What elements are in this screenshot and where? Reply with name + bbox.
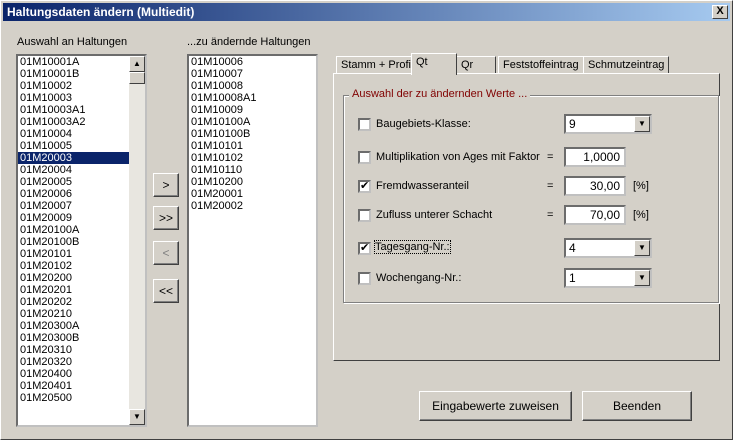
left-list-label: Auswahl an Haltungen bbox=[17, 36, 128, 48]
list-item[interactable]: 01M20202 bbox=[18, 296, 145, 308]
zufluss-field[interactable]: 70,00 bbox=[564, 205, 626, 225]
fremdwasser-equals: = bbox=[547, 180, 554, 192]
list-item[interactable]: 01M20100A bbox=[18, 224, 145, 236]
list-item[interactable]: 01M20003 bbox=[18, 152, 145, 164]
multiplikation-checkbox[interactable] bbox=[358, 151, 371, 164]
list-item[interactable]: 01M20102 bbox=[18, 260, 145, 272]
list-item[interactable]: 01M10008A1 bbox=[189, 92, 316, 104]
list-item[interactable]: 01M20400 bbox=[18, 368, 145, 380]
group-title: Auswahl der zu ändernden Werte ... bbox=[349, 88, 531, 100]
fremdwasser-checkbox[interactable]: ✔ bbox=[358, 180, 371, 193]
chevron-down-icon[interactable]: ▼ bbox=[634, 240, 650, 256]
baugebiet-value: 9 bbox=[569, 117, 576, 131]
list-item[interactable]: 01M20101 bbox=[18, 248, 145, 260]
tagesgang-select[interactable]: 4 ▼ bbox=[564, 238, 652, 258]
list-item[interactable]: 01M10006 bbox=[189, 56, 316, 68]
list-item[interactable]: 01M10003A2 bbox=[18, 116, 145, 128]
tab-feststoffeintrag[interactable]: Feststoffeintrag bbox=[498, 56, 584, 74]
selected-sewers-listbox[interactable]: 01M10006 01M10007 01M10008 01M10008A1 01M100… bbox=[187, 54, 318, 427]
baugebiet-checkbox[interactable] bbox=[358, 118, 371, 131]
list-item[interactable]: 01M10009 bbox=[189, 104, 316, 116]
check-icon: ✔ bbox=[360, 180, 370, 192]
chevron-down-icon[interactable]: ▼ bbox=[634, 116, 650, 132]
zufluss-unit: [%] bbox=[633, 209, 649, 221]
assign-values-button[interactable]: Eingabewerte zuweisen bbox=[419, 391, 572, 421]
list-item[interactable]: 01M10003 bbox=[18, 92, 145, 104]
list-item[interactable]: 01M10101 bbox=[189, 140, 316, 152]
list-item[interactable]: 01M10110 bbox=[189, 164, 316, 176]
check-icon: ✔ bbox=[360, 242, 370, 254]
tab-stamm-profil[interactable]: Stamm + Profil bbox=[336, 56, 419, 74]
available-sewers-listbox[interactable]: 01M10001A 01M10001B 01M10002 01M10003 01M100… bbox=[16, 54, 147, 427]
right-list-label: ...zu ändernde Haltungen bbox=[187, 36, 311, 48]
available-sewers-items: 01M10001A 01M10001B 01M10002 01M10003 01M100… bbox=[18, 56, 145, 404]
zufluss-label: Zufluss unterer Schacht bbox=[376, 209, 493, 221]
list-item[interactable]: 01M10200 bbox=[189, 176, 316, 188]
list-item[interactable]: 01M20002 bbox=[189, 200, 316, 212]
list-item[interactable]: 01M10100B bbox=[189, 128, 316, 140]
tab-qt[interactable]: Qt bbox=[411, 53, 457, 75]
list-item[interactable]: 01M20100B bbox=[18, 236, 145, 248]
list-item[interactable]: 01M20401 bbox=[18, 380, 145, 392]
scroll-down-icon[interactable]: ▼ bbox=[129, 409, 145, 425]
list-item[interactable]: 01M10001A bbox=[18, 56, 145, 68]
fremdwasser-label: Fremdwasseranteil bbox=[376, 180, 469, 192]
close-button[interactable]: Beenden bbox=[582, 391, 692, 421]
list-item[interactable]: 01M20005 bbox=[18, 176, 145, 188]
add-button[interactable]: > bbox=[153, 173, 179, 197]
list-item[interactable]: 01M20300B bbox=[18, 332, 145, 344]
list-item[interactable]: 01M10007 bbox=[189, 68, 316, 80]
scroll-up-icon[interactable]: ▲ bbox=[129, 56, 145, 72]
list-item[interactable]: 01M10102 bbox=[189, 152, 316, 164]
wochengang-value: 1 bbox=[569, 271, 576, 285]
left-list-scrollbar[interactable]: ▲ ▼ bbox=[129, 56, 145, 425]
tagesgang-checkbox[interactable]: ✔ bbox=[358, 242, 371, 255]
list-item[interactable]: 01M10002 bbox=[18, 80, 145, 92]
close-window-button[interactable]: X bbox=[712, 5, 728, 19]
tab-qr[interactable]: Qr bbox=[456, 56, 496, 74]
multiedit-window: Haltungsdaten ändern (Multiedit) X Auswa… bbox=[0, 0, 733, 440]
list-item[interactable]: 01M20001 bbox=[189, 188, 316, 200]
list-item[interactable]: 01M20200 bbox=[18, 272, 145, 284]
wochengang-label: Wochengang-Nr.: bbox=[376, 272, 462, 284]
wochengang-select[interactable]: 1 ▼ bbox=[564, 268, 652, 288]
tagesgang-value: 4 bbox=[569, 241, 576, 255]
list-item[interactable]: 01M20009 bbox=[18, 212, 145, 224]
fremdwasser-unit: [%] bbox=[633, 180, 649, 192]
list-item[interactable]: 01M20201 bbox=[18, 284, 145, 296]
tab-schmutzeintrag[interactable]: Schmutzeintrag bbox=[583, 56, 670, 74]
list-item[interactable]: 01M10004 bbox=[18, 128, 145, 140]
list-item[interactable]: 01M10008 bbox=[189, 80, 316, 92]
list-item[interactable]: 01M20500 bbox=[18, 392, 145, 404]
list-item[interactable]: 01M10001B bbox=[18, 68, 145, 80]
scroll-thumb[interactable] bbox=[129, 72, 145, 84]
window-title: Haltungsdaten ändern (Multiedit) bbox=[7, 5, 195, 19]
multiplikation-equals: = bbox=[547, 151, 554, 163]
list-item[interactable]: 01M20007 bbox=[18, 200, 145, 212]
list-item[interactable]: 01M20310 bbox=[18, 344, 145, 356]
list-item[interactable]: 01M10100A bbox=[189, 116, 316, 128]
zufluss-checkbox[interactable] bbox=[358, 209, 371, 222]
add-all-button[interactable]: >> bbox=[153, 206, 179, 230]
remove-button[interactable]: < bbox=[153, 241, 179, 265]
multiplikation-field[interactable]: 1,0000 bbox=[564, 147, 626, 167]
list-item[interactable]: 01M20006 bbox=[18, 188, 145, 200]
chevron-down-icon[interactable]: ▼ bbox=[634, 270, 650, 286]
list-item[interactable]: 01M10005 bbox=[18, 140, 145, 152]
multiplikation-label: Multiplikation von Ages mit Faktor bbox=[376, 151, 540, 163]
fremdwasser-field[interactable]: 30,00 bbox=[564, 176, 626, 196]
list-item[interactable]: 01M20210 bbox=[18, 308, 145, 320]
list-item[interactable]: 01M20004 bbox=[18, 164, 145, 176]
tagesgang-label: Tagesgang-Nr.: bbox=[374, 240, 451, 254]
zufluss-equals: = bbox=[547, 209, 554, 221]
baugebiet-select[interactable]: 9 ▼ bbox=[564, 114, 652, 134]
baugebiet-label: Baugebiets-Klasse: bbox=[376, 118, 471, 130]
list-item[interactable]: 01M20300A bbox=[18, 320, 145, 332]
list-item[interactable]: 01M10003A1 bbox=[18, 104, 145, 116]
remove-all-button[interactable]: << bbox=[153, 279, 179, 303]
list-item[interactable]: 01M20320 bbox=[18, 356, 145, 368]
title-bar: Haltungsdaten ändern (Multiedit) bbox=[3, 3, 730, 21]
selected-sewers-items: 01M10006 01M10007 01M10008 01M10008A1 01M100… bbox=[189, 56, 316, 212]
wochengang-checkbox[interactable] bbox=[358, 272, 371, 285]
